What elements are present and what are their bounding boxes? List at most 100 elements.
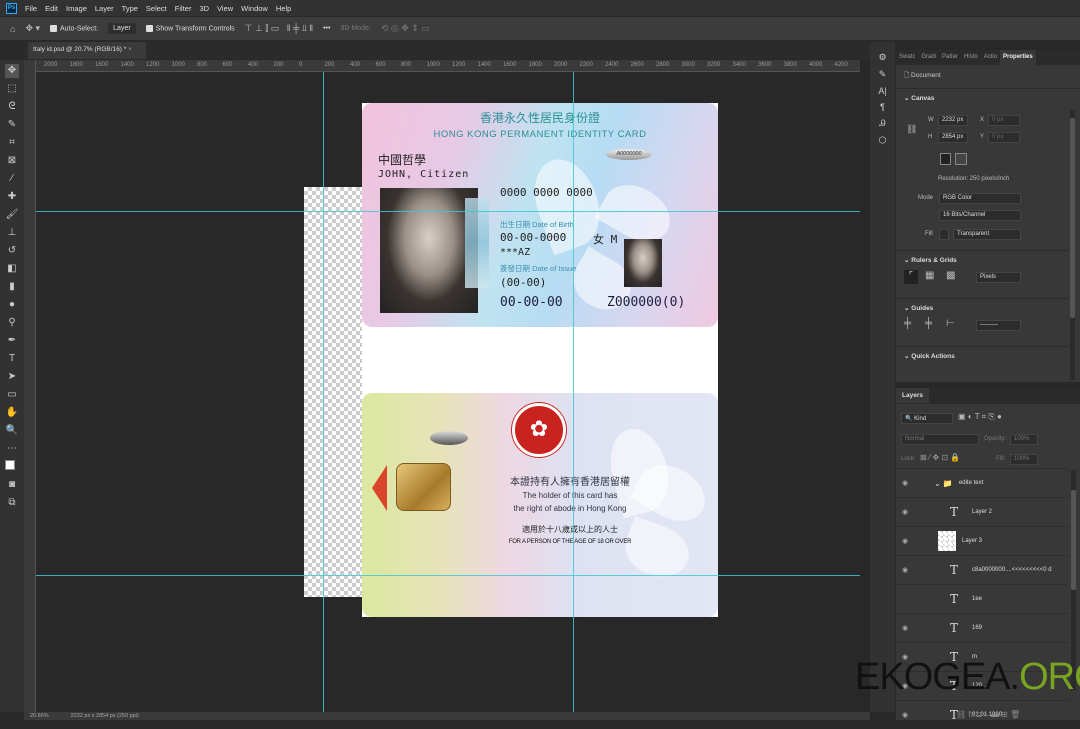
visibility-eye-icon[interactable]: ◉: [896, 479, 914, 487]
layer-row[interactable]: ◉ Tc8a0000000....<<<<<<<<<0 d: [896, 555, 1068, 584]
brush-settings-icon[interactable]: ✎: [879, 69, 887, 80]
fill-swatch[interactable]: [939, 229, 949, 240]
stamp-tool-icon[interactable]: ⊥: [5, 226, 19, 240]
opacity-field[interactable]: 100%: [1010, 434, 1038, 445]
marquee-tool-icon[interactable]: ⬚: [5, 82, 19, 96]
tab-layers[interactable]: Layers: [896, 388, 929, 403]
layer-row[interactable]: T 1ee: [896, 584, 1068, 613]
layer-filter-kind[interactable]: 🔍 Kind: [901, 413, 953, 424]
frame-tool-icon[interactable]: ⊠: [5, 154, 19, 168]
close-tab-icon[interactable]: ×: [128, 46, 132, 53]
mode-select[interactable]: RGB Color: [939, 193, 1021, 204]
visibility-eye-icon[interactable]: ◉: [896, 566, 914, 574]
portrait-orientation-icon[interactable]: [940, 153, 951, 165]
layer-row[interactable]: ◉ Layer 3: [896, 526, 1068, 555]
adjustments-icon[interactable]: ⚙: [878, 52, 886, 63]
layer-row[interactable]: ◉ T Layer 2: [896, 497, 1068, 526]
tab-swatches[interactable]: Swatc: [896, 50, 918, 65]
tab-history[interactable]: Histo: [961, 50, 981, 65]
guide-horizontal[interactable]: [36, 211, 860, 212]
layer-select-dropdown[interactable]: Layer: [108, 23, 136, 34]
menu-window[interactable]: Window: [241, 4, 268, 13]
3d-tools-icons[interactable]: ⟲ ◎ ✥ ⇕ ▭: [381, 23, 430, 34]
menu-select[interactable]: Select: [146, 4, 167, 13]
menu-3d[interactable]: 3D: [199, 4, 209, 13]
layer-row[interactable]: ◉ ⌄ 📁 edite text: [896, 468, 1068, 497]
paragraph-icon[interactable]: ¶: [880, 102, 885, 112]
crop-tool-icon[interactable]: ⌗: [5, 136, 19, 150]
lasso-tool-icon[interactable]: ᘓ: [5, 100, 19, 114]
more-options-button[interactable]: •••: [323, 25, 330, 32]
character-icon[interactable]: A|: [878, 86, 886, 96]
move-tool-icon[interactable]: ✥: [5, 64, 19, 78]
guide-vertical[interactable]: [323, 72, 324, 712]
tab-properties[interactable]: Properties: [1000, 50, 1036, 65]
guide-style-select[interactable]: ———: [976, 320, 1021, 331]
grid-toggle-icon[interactable]: ▦: [925, 270, 934, 281]
quick-mask-icon[interactable]: ◙: [5, 478, 19, 492]
visibility-eye-icon[interactable]: ◉: [896, 537, 914, 545]
brush-tool-icon[interactable]: 🖌: [5, 208, 19, 222]
tab-actions[interactable]: Actio: [981, 50, 1000, 65]
menu-view[interactable]: View: [217, 4, 233, 13]
glyphs-icon[interactable]: Ꭿ: [879, 118, 886, 129]
type-tool-icon[interactable]: T: [5, 352, 19, 366]
blend-mode-select[interactable]: Normal: [901, 434, 979, 445]
menu-type[interactable]: Type: [122, 4, 138, 13]
color-swatches-icon[interactable]: [5, 460, 19, 474]
3d-icon[interactable]: ⬡: [879, 135, 887, 146]
layer-row[interactable]: ◉ T 169: [896, 613, 1068, 642]
history-brush-icon[interactable]: ↺: [5, 244, 19, 258]
fill-field[interactable]: 100%: [1010, 454, 1038, 465]
menu-edit[interactable]: Edit: [45, 4, 58, 13]
x-field[interactable]: 0 px: [988, 115, 1020, 126]
tab-patterns[interactable]: Patter: [939, 50, 961, 65]
screen-mode-icon[interactable]: ⧉: [5, 496, 19, 510]
menu-layer[interactable]: Layer: [95, 4, 114, 13]
pen-tool-icon[interactable]: ✒: [5, 334, 19, 348]
gradient-tool-icon[interactable]: ▮: [5, 280, 19, 294]
lock-icons[interactable]: ⊠ ⁄ ✥ ⊡ 🔒: [920, 453, 960, 462]
more-tools-icon[interactable]: ⋯: [5, 442, 19, 456]
menu-filter[interactable]: Filter: [175, 4, 192, 13]
zoom-level[interactable]: 20.66%: [30, 713, 49, 719]
tab-gradients[interactable]: Gradi: [918, 50, 939, 65]
guide-horizontal[interactable]: [36, 575, 860, 576]
filter-icons[interactable]: ▣ ◐ T ⌗ ⎘ ●: [958, 412, 1002, 422]
height-field[interactable]: 2854 px: [938, 132, 968, 143]
menu-file[interactable]: File: [25, 4, 37, 13]
properties-scrollbar[interactable]: [1070, 110, 1075, 380]
fill-select[interactable]: Transparent: [953, 229, 1021, 240]
visibility-eye-icon[interactable]: ◉: [896, 624, 914, 632]
quick-select-tool-icon[interactable]: ✎: [5, 118, 19, 132]
align-icons[interactable]: ⊤ ⊥ ⫿ ▭ ‖ ╪ ⫫ ‖: [245, 23, 313, 34]
visibility-eye-icon[interactable]: ◉: [896, 711, 914, 719]
eyedropper-tool-icon[interactable]: ⁄: [5, 172, 19, 186]
guide-lock-icon[interactable]: ╪: [904, 318, 911, 329]
guide-vertical[interactable]: [573, 72, 574, 712]
units-select[interactable]: Pixels: [976, 272, 1021, 283]
path-select-tool-icon[interactable]: ➤: [5, 370, 19, 384]
hand-tool-icon[interactable]: ✋: [5, 406, 19, 420]
bit-depth-select[interactable]: 16 Bits/Channel: [939, 210, 1021, 221]
ruler-toggle-icon[interactable]: ⌜: [904, 270, 918, 284]
dodge-tool-icon[interactable]: ⚲: [5, 316, 19, 330]
zoom-tool-icon[interactable]: 🔍: [5, 424, 19, 438]
visibility-eye-icon[interactable]: ◉: [896, 508, 914, 516]
pixel-grid-icon[interactable]: ▩: [946, 270, 955, 281]
auto-select-checkbox[interactable]: Auto-Select:: [50, 24, 98, 32]
width-field[interactable]: 2232 px: [938, 115, 968, 126]
healing-tool-icon[interactable]: ✚: [5, 190, 19, 204]
landscape-orientation-icon[interactable]: [955, 153, 967, 165]
layer-footer-icons[interactable]: ⛓ fx ◘ ◐ ▬ ⊞ 🗑: [956, 710, 1020, 719]
menu-image[interactable]: Image: [66, 4, 87, 13]
move-tool-icon[interactable]: ✥ ▾: [25, 23, 40, 34]
guide-layout-icon[interactable]: ⊢: [946, 318, 955, 329]
show-transform-checkbox[interactable]: Show Transform Controls: [145, 24, 235, 32]
eraser-tool-icon[interactable]: ◧: [5, 262, 19, 276]
rectangle-tool-icon[interactable]: ▭: [5, 388, 19, 402]
home-icon[interactable]: ⌂: [10, 24, 15, 34]
guide-clear-icon[interactable]: ╪: [925, 318, 932, 329]
link-icon[interactable]: ⛓: [906, 124, 917, 135]
blur-tool-icon[interactable]: ●: [5, 298, 19, 312]
